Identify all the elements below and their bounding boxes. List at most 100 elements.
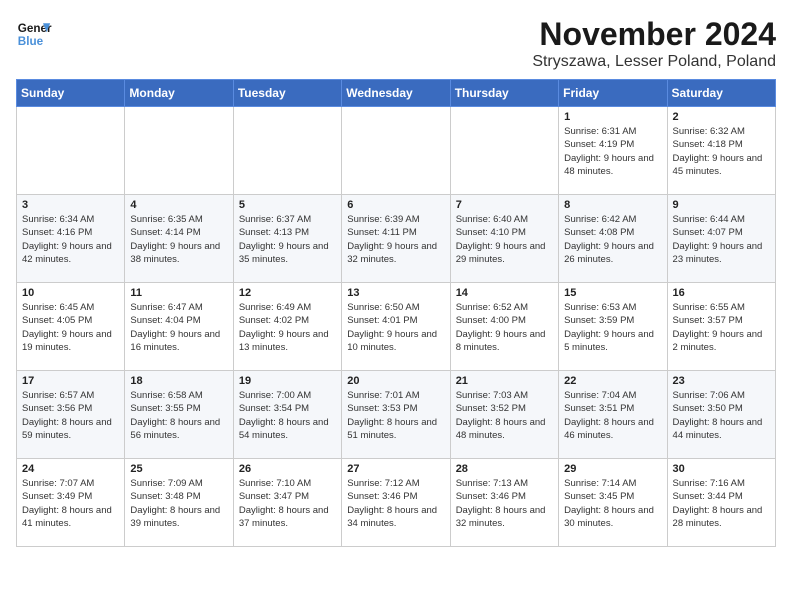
weekday-header: Wednesday — [342, 80, 450, 107]
day-number: 17 — [22, 375, 119, 387]
day-content: Sunrise: 7:13 AM Sunset: 3:46 PM Dayligh… — [456, 477, 553, 530]
day-number: 15 — [564, 287, 661, 299]
day-content: Sunrise: 6:40 AM Sunset: 4:10 PM Dayligh… — [456, 213, 553, 266]
weekday-header: Thursday — [450, 80, 558, 107]
day-content: Sunrise: 6:44 AM Sunset: 4:07 PM Dayligh… — [673, 213, 770, 266]
day-number: 18 — [130, 375, 227, 387]
location-subtitle: Stryszawa, Lesser Poland, Poland — [532, 53, 776, 71]
calendar-cell: 2 Sunrise: 6:32 AM Sunset: 4:18 PM Daylig… — [667, 107, 775, 195]
day-content: Sunrise: 6:49 AM Sunset: 4:02 PM Dayligh… — [239, 301, 336, 354]
calendar-cell: 15 Sunrise: 6:53 AM Sunset: 3:59 PM Dayli… — [559, 283, 667, 371]
day-number: 10 — [22, 287, 119, 299]
day-content: Sunrise: 7:04 AM Sunset: 3:51 PM Dayligh… — [564, 389, 661, 442]
calendar-cell: 12 Sunrise: 6:49 AM Sunset: 4:02 PM Dayli… — [233, 283, 341, 371]
calendar-cell: 13 Sunrise: 6:50 AM Sunset: 4:01 PM Dayli… — [342, 283, 450, 371]
svg-text:Blue: Blue — [18, 35, 44, 48]
calendar-cell — [17, 107, 125, 195]
calendar-cell: 30Sunrise: 7:16 AM Sunset: 3:44 PM Dayli… — [667, 459, 775, 547]
day-content: Sunrise: 6:34 AM Sunset: 4:16 PM Dayligh… — [22, 213, 119, 266]
calendar-cell — [125, 107, 233, 195]
day-content: Sunrise: 7:09 AM Sunset: 3:48 PM Dayligh… — [130, 477, 227, 530]
day-number: 14 — [456, 287, 553, 299]
calendar-cell: 3 Sunrise: 6:34 AM Sunset: 4:16 PM Daylig… — [17, 195, 125, 283]
day-content: Sunrise: 6:45 AM Sunset: 4:05 PM Dayligh… — [22, 301, 119, 354]
calendar-cell — [233, 107, 341, 195]
weekday-header: Saturday — [667, 80, 775, 107]
day-content: Sunrise: 7:10 AM Sunset: 3:47 PM Dayligh… — [239, 477, 336, 530]
page-header: General Blue November 2024 Stryszawa, Le… — [16, 16, 776, 71]
calendar-cell: 16 Sunrise: 6:55 AM Sunset: 3:57 PM Dayli… — [667, 283, 775, 371]
calendar-cell: 9 Sunrise: 6:44 AM Sunset: 4:07 PM Daylig… — [667, 195, 775, 283]
day-number: 12 — [239, 287, 336, 299]
title-block: November 2024 Stryszawa, Lesser Poland, … — [532, 16, 776, 71]
calendar-cell: 6 Sunrise: 6:39 AM Sunset: 4:11 PM Daylig… — [342, 195, 450, 283]
weekday-header: Sunday — [17, 80, 125, 107]
day-content: Sunrise: 6:55 AM Sunset: 3:57 PM Dayligh… — [673, 301, 770, 354]
day-number: 11 — [130, 287, 227, 299]
day-content: Sunrise: 6:39 AM Sunset: 4:11 PM Dayligh… — [347, 213, 444, 266]
day-content: Sunrise: 6:52 AM Sunset: 4:00 PM Dayligh… — [456, 301, 553, 354]
day-content: Sunrise: 6:50 AM Sunset: 4:01 PM Dayligh… — [347, 301, 444, 354]
day-number: 16 — [673, 287, 770, 299]
day-content: Sunrise: 6:42 AM Sunset: 4:08 PM Dayligh… — [564, 213, 661, 266]
day-number: 26 — [239, 463, 336, 475]
calendar-cell: 1 Sunrise: 6:31 AM Sunset: 4:19 PM Daylig… — [559, 107, 667, 195]
day-content: Sunrise: 6:31 AM Sunset: 4:19 PM Dayligh… — [564, 125, 661, 178]
calendar-cell: 18 Sunrise: 6:58 AM Sunset: 3:55 PM Dayli… — [125, 371, 233, 459]
calendar-cell: 11 Sunrise: 6:47 AM Sunset: 4:04 PM Dayli… — [125, 283, 233, 371]
day-number: 6 — [347, 199, 444, 211]
calendar-cell: 7 Sunrise: 6:40 AM Sunset: 4:10 PM Daylig… — [450, 195, 558, 283]
day-number: 5 — [239, 199, 336, 211]
calendar-cell — [450, 107, 558, 195]
weekday-header: Tuesday — [233, 80, 341, 107]
calendar-cell — [342, 107, 450, 195]
calendar-cell: 29Sunrise: 7:14 AM Sunset: 3:45 PM Dayli… — [559, 459, 667, 547]
day-number: 27 — [347, 463, 444, 475]
day-number: 25 — [130, 463, 227, 475]
day-content: Sunrise: 6:32 AM Sunset: 4:18 PM Dayligh… — [673, 125, 770, 178]
calendar-cell: 21 Sunrise: 7:03 AM Sunset: 3:52 PM Dayli… — [450, 371, 558, 459]
calendar-cell: 25 Sunrise: 7:09 AM Sunset: 3:48 PM Dayli… — [125, 459, 233, 547]
calendar-cell: 17 Sunrise: 6:57 AM Sunset: 3:56 PM Dayli… — [17, 371, 125, 459]
day-content: Sunrise: 7:01 AM Sunset: 3:53 PM Dayligh… — [347, 389, 444, 442]
day-number: 8 — [564, 199, 661, 211]
day-number: 22 — [564, 375, 661, 387]
day-content: Sunrise: 7:12 AM Sunset: 3:46 PM Dayligh… — [347, 477, 444, 530]
day-number: 23 — [673, 375, 770, 387]
day-number: 20 — [347, 375, 444, 387]
day-number: 9 — [673, 199, 770, 211]
day-number: 24 — [22, 463, 119, 475]
day-number: 29 — [564, 463, 661, 475]
day-number: 28 — [456, 463, 553, 475]
day-content: Sunrise: 7:00 AM Sunset: 3:54 PM Dayligh… — [239, 389, 336, 442]
calendar-cell: 10 Sunrise: 6:45 AM Sunset: 4:05 PM Dayli… — [17, 283, 125, 371]
day-number: 21 — [456, 375, 553, 387]
calendar-cell: 27 Sunrise: 7:12 AM Sunset: 3:46 PM Dayli… — [342, 459, 450, 547]
day-content: Sunrise: 7:03 AM Sunset: 3:52 PM Dayligh… — [456, 389, 553, 442]
calendar-cell: 24 Sunrise: 7:07 AM Sunset: 3:49 PM Dayli… — [17, 459, 125, 547]
day-content: Sunrise: 6:57 AM Sunset: 3:56 PM Dayligh… — [22, 389, 119, 442]
day-number: 3 — [22, 199, 119, 211]
calendar-cell: 22 Sunrise: 7:04 AM Sunset: 3:51 PM Dayli… — [559, 371, 667, 459]
day-content: Sunrise: 6:58 AM Sunset: 3:55 PM Dayligh… — [130, 389, 227, 442]
day-number: 4 — [130, 199, 227, 211]
day-content: Sunrise: 6:37 AM Sunset: 4:13 PM Dayligh… — [239, 213, 336, 266]
calendar-cell: 4Sunrise: 6:35 AM Sunset: 4:14 PM Daylig… — [125, 195, 233, 283]
month-title: November 2024 — [532, 16, 776, 53]
day-content: Sunrise: 7:06 AM Sunset: 3:50 PM Dayligh… — [673, 389, 770, 442]
calendar-cell: 20 Sunrise: 7:01 AM Sunset: 3:53 PM Dayli… — [342, 371, 450, 459]
weekday-header: Friday — [559, 80, 667, 107]
day-content: Sunrise: 7:07 AM Sunset: 3:49 PM Dayligh… — [22, 477, 119, 530]
day-number: 7 — [456, 199, 553, 211]
day-number: 1 — [564, 111, 661, 123]
calendar-cell: 23 Sunrise: 7:06 AM Sunset: 3:50 PM Dayli… — [667, 371, 775, 459]
calendar-table: SundayMondayTuesdayWednesdayThursdayFrid… — [16, 79, 776, 547]
day-content: Sunrise: 7:16 AM Sunset: 3:44 PM Dayligh… — [673, 477, 770, 530]
logo-icon: General Blue — [16, 16, 52, 52]
day-number: 2 — [673, 111, 770, 123]
day-content: Sunrise: 6:47 AM Sunset: 4:04 PM Dayligh… — [130, 301, 227, 354]
calendar-cell: 19Sunrise: 7:00 AM Sunset: 3:54 PM Dayli… — [233, 371, 341, 459]
day-number: 13 — [347, 287, 444, 299]
calendar-cell: 28 Sunrise: 7:13 AM Sunset: 3:46 PM Dayli… — [450, 459, 558, 547]
day-content: Sunrise: 6:53 AM Sunset: 3:59 PM Dayligh… — [564, 301, 661, 354]
